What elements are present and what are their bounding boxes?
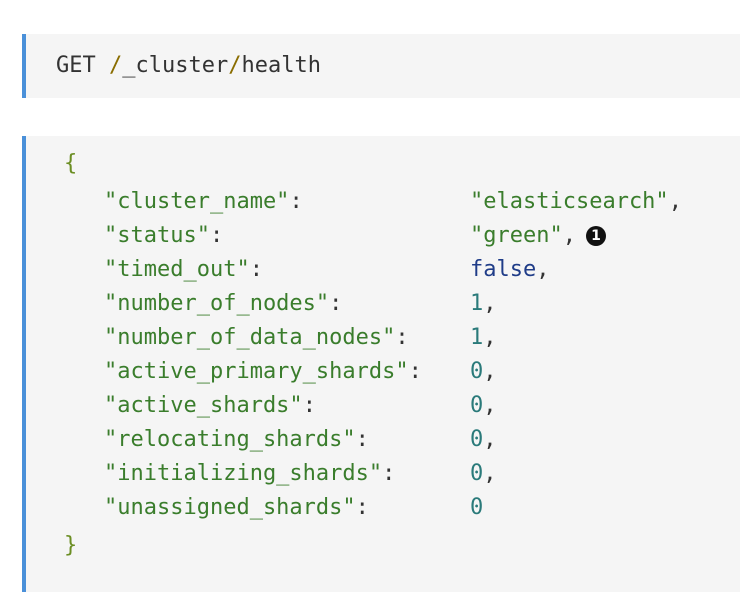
callout-marker: 1	[585, 226, 606, 246]
json-row: "cluster_name":	[104, 189, 303, 214]
json-value: 0	[470, 427, 484, 452]
json-row: "number_of_data_nodes":	[104, 325, 409, 350]
json-row: "number_of_nodes":	[104, 291, 343, 316]
request-code-block: GET /_cluster/health	[22, 34, 740, 98]
json-value-row: 0,	[470, 359, 497, 384]
json-value: "green"	[470, 223, 563, 248]
json-value: 0	[470, 461, 484, 486]
json-key: "number_of_nodes"	[104, 291, 330, 316]
response-code-block: { "cluster_name": "elasticsearch", "stat…	[22, 136, 740, 592]
request-line: GET /_cluster/health	[56, 52, 321, 80]
json-value-row: false,	[470, 257, 550, 282]
json-key: "timed_out"	[104, 257, 250, 282]
path-segment-health: health	[241, 53, 321, 78]
json-value-row: 0	[470, 494, 483, 522]
json-value-row: 1,	[470, 325, 497, 350]
json-key: "active_primary_shards"	[104, 359, 409, 384]
json-key: "status"	[104, 223, 210, 248]
http-method: GET	[56, 53, 96, 78]
json-row: "active_primary_shards":	[104, 359, 422, 384]
json-key: "cluster_name"	[104, 189, 290, 214]
json-value-row: 0,	[470, 461, 497, 486]
json-key: "number_of_data_nodes"	[104, 325, 396, 350]
json-value-row: 0,	[470, 427, 497, 452]
json-row: "relocating_shards":	[104, 427, 369, 452]
json-key: "unassigned_shards"	[104, 495, 356, 520]
json-key: "active_shards"	[104, 393, 303, 418]
json-value: 1	[470, 325, 484, 350]
json-row: "unassigned_shards":	[104, 495, 369, 520]
open-brace: {	[64, 151, 78, 176]
json-value-row: 0,	[470, 393, 497, 418]
json-row: "status":	[104, 223, 224, 248]
json-value: false	[470, 257, 537, 282]
json-row: "timed_out":	[104, 257, 263, 282]
json-value: 0	[470, 359, 484, 384]
json-row: "active_shards":	[104, 393, 316, 418]
json-value-row: 1,	[470, 291, 497, 316]
close-brace: }	[64, 533, 78, 558]
path-separator: /	[109, 53, 123, 78]
path-separator: /	[228, 53, 242, 78]
json-row: "initializing_shards":	[104, 461, 396, 486]
json-value: 0	[470, 393, 484, 418]
json-value: 0	[470, 495, 484, 520]
json-key: "initializing_shards"	[104, 461, 383, 486]
json-value: "elasticsearch"	[470, 189, 669, 214]
json-key: "relocating_shards"	[104, 427, 356, 452]
json-value-row: "elasticsearch",	[470, 189, 682, 214]
json-value-row: "green", 1	[470, 222, 606, 250]
path-segment-cluster: _cluster	[122, 53, 229, 78]
json-value: 1	[470, 291, 484, 316]
